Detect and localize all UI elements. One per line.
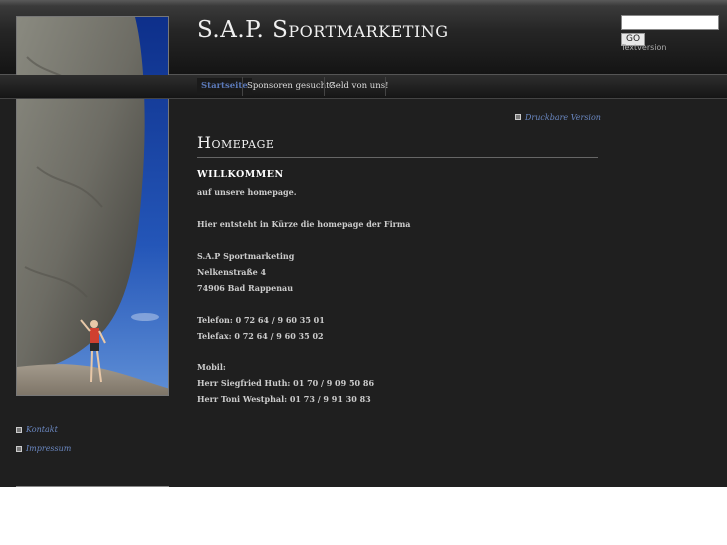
content-line: Nelkenstraße 4: [197, 267, 267, 277]
textversion-link[interactable]: Textversion: [621, 43, 666, 52]
nav-separator: [385, 77, 386, 96]
search-input[interactable]: [621, 15, 719, 30]
header-photo-climber-on-boulder: [16, 16, 169, 396]
welcome-heading: WILLKOMMEN: [197, 169, 284, 180]
print-version-link[interactable]: Druckbare Version: [525, 113, 601, 122]
content-line: 74906 Bad Rappenau: [197, 283, 294, 293]
page-title: Homepage: [197, 133, 275, 152]
content-line: Hier entsteht in Kürze die homepage der …: [197, 219, 411, 229]
sidebar-divider: [16, 486, 169, 487]
sidebar-link-impressum[interactable]: Impressum: [26, 444, 71, 453]
content-line: S.A.P Sportmarketing: [197, 251, 295, 261]
content-line: Herr Siegfried Huth: 01 70 / 9 09 50 86: [197, 378, 375, 388]
content-line: Telefax: 0 72 64 / 9 60 35 02: [197, 331, 324, 341]
content-line: Mobil:: [197, 362, 226, 372]
bullet-icon: [16, 446, 22, 452]
nav-item-geld-von-uns[interactable]: Geld von uns!: [325, 78, 393, 95]
page-background: S.A.P. Sportmarketing GO Textversion Sta…: [0, 0, 727, 487]
content-line: Herr Toni Westphal: 01 73 / 9 91 30 83: [197, 394, 371, 404]
site-title: S.A.P. Sportmarketing: [197, 17, 449, 43]
bullet-icon: [16, 427, 22, 433]
bullet-icon: [515, 114, 521, 120]
heading-divider: [197, 157, 598, 158]
sidebar-link-kontakt[interactable]: Kontakt: [26, 425, 58, 434]
navigation-divider: [0, 98, 727, 99]
content-line: auf unsere homepage.: [197, 187, 297, 197]
photo-illustration: [17, 17, 168, 395]
content-line: Telefon: 0 72 64 / 9 60 35 01: [197, 315, 325, 325]
